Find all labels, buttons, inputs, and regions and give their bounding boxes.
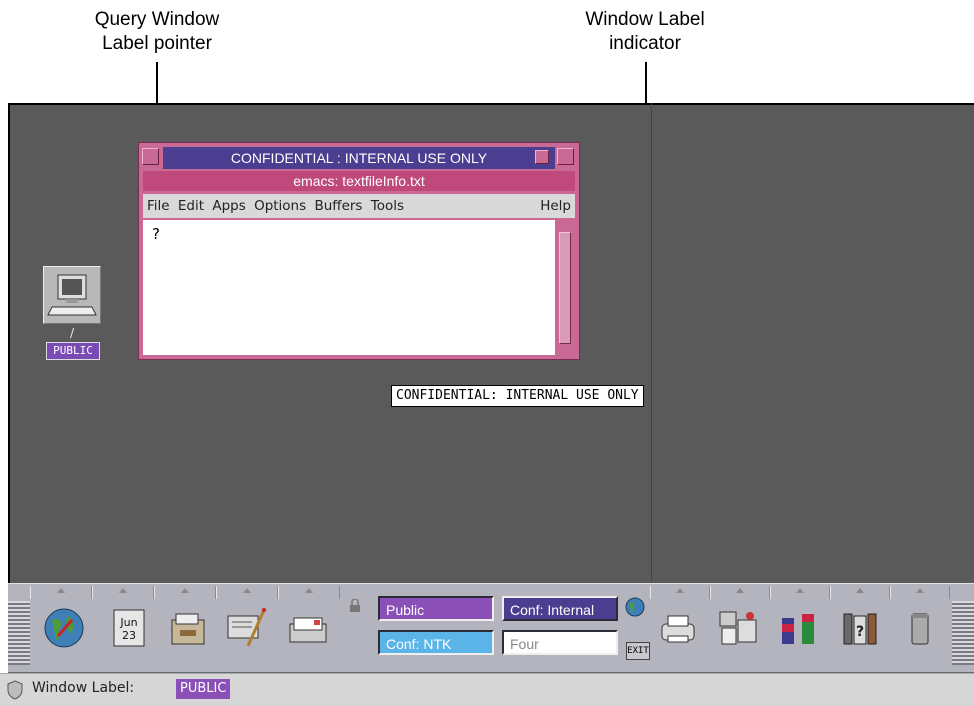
svg-text:?: ?	[856, 624, 864, 640]
menu-options[interactable]: Options	[250, 194, 306, 218]
panel-tab[interactable]	[92, 586, 154, 599]
menu-buffers[interactable]: Buffers	[310, 194, 362, 218]
window-label-status-bar: Window Label: PUBLIC	[0, 673, 974, 706]
panel-tab[interactable]	[278, 586, 340, 599]
menu-file[interactable]: File	[143, 194, 170, 218]
panel-tab[interactable]	[890, 586, 950, 599]
style-manager-icon[interactable]	[776, 606, 820, 650]
trash-can-icon[interactable]	[898, 606, 942, 650]
file-manager-icon[interactable]	[166, 606, 210, 650]
panel-tab[interactable]	[650, 586, 710, 599]
callout-line: Label pointer	[102, 33, 212, 54]
calendar-day: 23	[122, 629, 136, 642]
mailer-icon[interactable]	[286, 606, 330, 650]
panel-left-grip[interactable]	[8, 601, 30, 665]
window-title-bar[interactable]: emacs: textfileInfo.txt	[143, 171, 575, 191]
exit-button[interactable]: EXIT	[626, 642, 650, 660]
workspace-public-button[interactable]: Public	[378, 596, 494, 621]
maximize-button[interactable]	[557, 148, 574, 165]
calendar-icon[interactable]: Jun 23	[108, 606, 152, 650]
status-label-value: PUBLIC	[176, 679, 231, 699]
computer-icon	[43, 266, 101, 324]
calendar-month: Jun	[119, 616, 137, 629]
window-menu-button[interactable]	[142, 148, 159, 165]
panel-tab[interactable]	[770, 586, 830, 599]
text-editor-icon[interactable]	[226, 606, 270, 650]
workspace-conf-ntk-button[interactable]: Conf: NTK	[378, 630, 494, 655]
minimize-button[interactable]	[535, 150, 549, 164]
earth-icon[interactable]	[624, 596, 646, 618]
callout-line: Query Window	[94, 9, 220, 30]
application-manager-icon[interactable]	[716, 606, 760, 650]
scrollbar-thumb[interactable]	[559, 232, 571, 344]
panel-tab[interactable]	[154, 586, 216, 599]
help-manager-icon[interactable]: ?	[838, 606, 882, 650]
workspace-four-button[interactable]: Four	[502, 630, 618, 655]
menu-edit[interactable]: Edit	[174, 194, 204, 218]
panel-tab[interactable]	[216, 586, 278, 599]
menu-help[interactable]: Help	[540, 194, 571, 218]
shield-icon	[6, 680, 24, 700]
desktop-computer-icon[interactable]: / PUBLIC	[43, 266, 101, 364]
icon-label: PUBLIC	[46, 342, 100, 360]
window-label-indicator: CONFIDENTIAL: INTERNAL USE ONLY	[391, 385, 644, 407]
front-panel: Jun 23 Public Conf: Internal Conf: NTK F…	[8, 583, 974, 673]
callout-query-window-label-pointer: Query Window Label pointer	[62, 8, 252, 56]
callout-window-label-indicator: Window Label indicator	[555, 8, 735, 56]
panel-tab[interactable]	[830, 586, 890, 599]
callout-line: Window Label	[585, 9, 705, 30]
vertical-scrollbar[interactable]	[557, 220, 573, 355]
emacs-window[interactable]: CONFIDENTIAL : INTERNAL USE ONLY emacs: …	[138, 142, 580, 360]
emacs-text-area[interactable]: ?	[143, 220, 555, 355]
menu-apps[interactable]: Apps	[208, 194, 245, 218]
panel-right-grip[interactable]	[952, 601, 974, 665]
workspace-divider	[651, 103, 652, 581]
menu-tools[interactable]: Tools	[367, 194, 404, 218]
panel-tab[interactable]	[30, 586, 92, 599]
lock-icon[interactable]	[348, 598, 362, 612]
printer-icon[interactable]	[656, 606, 700, 650]
callout-line: indicator	[609, 33, 681, 54]
workspace-conf-internal-button[interactable]: Conf: Internal	[502, 596, 618, 621]
status-label: Window Label:	[32, 680, 135, 696]
icon-path: /	[69, 326, 75, 340]
globe-icon[interactable]	[42, 606, 86, 650]
panel-tab[interactable]	[710, 586, 770, 599]
menu-bar: File Edit Apps Options Buffers Tools Hel…	[143, 194, 575, 218]
window-label-bar: CONFIDENTIAL : INTERNAL USE ONLY	[163, 147, 555, 169]
query-pointer-cursor: ?	[152, 225, 160, 243]
